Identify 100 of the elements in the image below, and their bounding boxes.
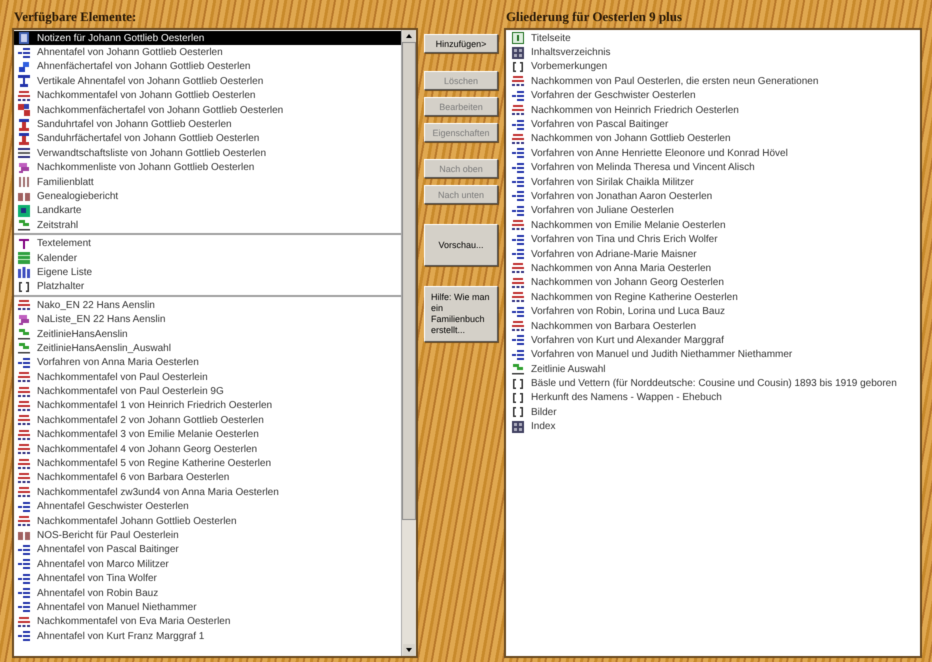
list-item[interactable]: Nachkommen von Johann Georg Oesterlen bbox=[506, 276, 920, 290]
list-item[interactable]: Vorfahren von Manuel und Judith Niethammer Niethammer bbox=[506, 348, 920, 362]
list-item[interactable]: Kalender bbox=[14, 250, 401, 266]
list-item[interactable]: ZeitlinieHansAenslin_Auswahl bbox=[14, 341, 401, 356]
scroll-thumb[interactable] bbox=[402, 42, 416, 520]
list-item[interactable]: Nachkommentafel 6 von Barbara Oesterlen bbox=[14, 470, 401, 486]
tree-chart-icon bbox=[512, 75, 524, 88]
list-item[interactable]: Nachkommentafel 2 von Johann Gottlieb Oesterlen bbox=[14, 413, 401, 428]
list-item[interactable]: Textelement bbox=[14, 236, 401, 251]
list-item[interactable]: Vorfahren von Anne Henriette Eleonore und Konrad Hövel bbox=[506, 146, 920, 161]
list-item[interactable]: Nachkommen von Barbara Oesterlen bbox=[506, 318, 920, 334]
branch-icon bbox=[18, 601, 30, 614]
list-item[interactable]: Bilder bbox=[506, 405, 920, 420]
bracket-icon bbox=[512, 392, 524, 404]
list-item[interactable]: Zeitlinie Auswahl bbox=[506, 362, 920, 376]
action-button[interactable]: Vorschau... bbox=[424, 224, 498, 266]
branch-icon bbox=[512, 162, 524, 174]
list-item[interactable]: Index bbox=[506, 420, 920, 434]
list-item[interactable]: Familienblatt bbox=[14, 174, 401, 190]
tree-chart-icon bbox=[18, 371, 30, 384]
tree-chart-icon bbox=[18, 299, 30, 312]
list-item[interactable]: Ahnentafel von Johann Gottlieb Oesterlen bbox=[14, 45, 401, 60]
text-icon bbox=[18, 238, 30, 250]
list-item[interactable]: Nachkommen von Heinrich Friedrich Oesterlen bbox=[506, 102, 920, 118]
list-item[interactable]: Genealogiebericht bbox=[14, 189, 401, 204]
branch-icon bbox=[18, 587, 30, 600]
list-item[interactable]: Ahnentafel von Marco Militzer bbox=[14, 557, 401, 572]
list-item[interactable]: NaListe_EN 22 Hans Aenslin bbox=[14, 312, 401, 327]
grid-icon bbox=[512, 46, 524, 59]
list-item[interactable]: Verwandtschaftsliste von Johann Gottlieb Oesterlen bbox=[14, 146, 401, 161]
list-item[interactable]: Vertikale Ahnentafel von Johann Gottlieb Oesterlen bbox=[14, 74, 401, 89]
list-item[interactable]: Nachkommentafel von Paul Oesterlein bbox=[14, 370, 401, 384]
scroll-down-icon[interactable] bbox=[402, 644, 416, 656]
list-item[interactable]: Sanduhrfächertafel von Johann Gottlieb Oesterlen bbox=[14, 132, 401, 146]
list-item[interactable]: Nachkommentafel von Johann Gottlieb Oesterlen bbox=[14, 88, 401, 103]
list-item[interactable]: Ahnenfächertafel von Johann Gottlieb Oesterlen bbox=[14, 60, 401, 74]
list-item[interactable]: Vorfahren von Jonathan Aaron Oesterlen bbox=[506, 189, 920, 204]
list-item[interactable]: Ahnentafel von Manuel Niethammer bbox=[14, 600, 401, 615]
list-item[interactable]: NOS-Bericht für Paul Oesterlein bbox=[14, 528, 401, 543]
list-item[interactable]: Ahnentafel von Tina Wolfer bbox=[14, 571, 401, 586]
tree-chart-icon bbox=[18, 616, 30, 628]
title-page-icon bbox=[512, 32, 524, 44]
branch-icon bbox=[512, 176, 524, 188]
branch-icon bbox=[512, 190, 524, 202]
list-item[interactable]: Herkunft des Namens - Wappen - Ehebuch bbox=[506, 390, 920, 406]
list-item[interactable]: Nachkommenliste von Johann Gottlieb Oesterlen bbox=[14, 160, 401, 175]
list-item[interactable]: Ahnentafel von Robin Bauz bbox=[14, 586, 401, 600]
list-item[interactable]: Notizen für Johann Gottlieb Oesterlen bbox=[14, 31, 401, 46]
list-item[interactable]: Titelseite bbox=[506, 31, 920, 46]
list-item[interactable]: Vorfahren von Anna Maria Oesterlen bbox=[14, 356, 401, 370]
list-item[interactable]: Vorfahren von Robin, Lorina und Luca Bauz bbox=[506, 304, 920, 319]
list-item[interactable]: Vorfahren von Adriane-Marie Maisner bbox=[506, 246, 920, 262]
branch-icon bbox=[512, 204, 524, 217]
scroll-up-icon[interactable] bbox=[402, 30, 416, 42]
branch-icon bbox=[18, 544, 30, 556]
list-item[interactable]: Nachkommen von Anna Maria Oesterlen bbox=[506, 261, 920, 276]
list-item[interactable]: Nachkommentafel 1 von Heinrich Friedrich Oesterlen bbox=[14, 398, 401, 414]
list-item[interactable]: Ahnentafel von Pascal Baitinger bbox=[14, 542, 401, 558]
tree-chart-icon bbox=[512, 219, 524, 232]
list-item[interactable]: Nachkommen von Johann Gottlieb Oesterlen bbox=[506, 132, 920, 146]
list-item[interactable]: Eigene Liste bbox=[14, 265, 401, 280]
list-item[interactable]: Vorfahren von Tina und Chris Erich Wolfer bbox=[506, 232, 920, 247]
list-item[interactable]: Nachkommentafel 4 von Johann Georg Oesterlen bbox=[14, 442, 401, 456]
vertical-tree-icon bbox=[18, 75, 30, 88]
branch-icon bbox=[512, 248, 524, 260]
list-item[interactable]: Vorfahren von Melinda Theresa und Vincent Alisch bbox=[506, 160, 920, 175]
list-item[interactable]: ZeitlinieHansAenslin bbox=[14, 326, 401, 342]
list-item[interactable]: Landkarte bbox=[14, 204, 401, 218]
list-item[interactable]: Vorfahren der Geschwister Oesterlen bbox=[506, 88, 920, 103]
list-item[interactable]: Vorbemerkungen bbox=[506, 60, 920, 74]
action-button[interactable]: Hilfe: Wie man ein Familienbuch erstellt... bbox=[424, 286, 498, 342]
list-item[interactable]: Nachkommen von Paul Oesterlen, die ersten neun Generationen bbox=[506, 74, 920, 89]
tree-chart-icon bbox=[512, 104, 524, 116]
tree-chart-icon bbox=[512, 276, 524, 289]
action-button[interactable]: Hinzufügen> bbox=[424, 34, 498, 53]
list-item[interactable]: Nachkommentafel 5 von Regine Katherine Oesterlen bbox=[14, 456, 401, 471]
panel-heading: Gliederung für Oesterlen 9 plus bbox=[505, 8, 683, 26]
tree-chart-icon bbox=[18, 486, 30, 498]
list-item[interactable]: Nachkommentafel von Paul Oesterlein 9G bbox=[14, 384, 401, 399]
tree-chart-icon bbox=[18, 386, 30, 398]
list-item[interactable]: Nachkommenfächertafel von Johann Gottlieb Oesterlen bbox=[14, 102, 401, 118]
list-item[interactable]: Bäsle und Vettern (für Norddeutsche: Cousine und Cousin) 1893 bis 1919 geboren bbox=[506, 376, 920, 391]
scrollbar[interactable] bbox=[401, 30, 416, 656]
list-item[interactable]: Nachkommentafel 3 von Emilie Melanie Oesterlen bbox=[14, 428, 401, 442]
list-item[interactable]: Nachkommentafel zw3und4 von Anna Maria Oesterlen bbox=[14, 485, 401, 500]
list-item[interactable]: Platzhalter bbox=[14, 280, 401, 294]
list-item[interactable]: Nako_EN 22 Hans Aenslin bbox=[14, 298, 401, 312]
list-item[interactable]: Vorfahren von Pascal Baitinger bbox=[506, 117, 920, 132]
list-item[interactable]: Ahnentafel von Kurt Franz Marggraf 1 bbox=[14, 629, 401, 644]
list-item[interactable]: Zeitstrahl bbox=[14, 218, 401, 232]
list-item[interactable]: Sanduhrtafel von Johann Gottlieb Oesterlen bbox=[14, 117, 401, 132]
list-item[interactable]: Nachkommen von Regine Katherine Oesterlen bbox=[506, 290, 920, 304]
list-item[interactable]: Vorfahren von Kurt und Alexander Marggraf bbox=[506, 333, 920, 348]
list-item[interactable]: Inhaltsverzeichnis bbox=[506, 45, 920, 60]
list-item[interactable]: Nachkommentafel von Eva Maria Oesterlen bbox=[14, 614, 401, 630]
list-item[interactable]: Ahnentafel Geschwister Oesterlen bbox=[14, 500, 401, 514]
list-item[interactable]: Vorfahren von Sirilak Chaikla Militzer bbox=[506, 174, 920, 190]
list-item[interactable]: Vorfahren von Juliane Oesterlen bbox=[506, 204, 920, 218]
list-item[interactable]: Nachkommentafel Johann Gottlieb Oesterlen bbox=[14, 514, 401, 528]
list-item[interactable]: Nachkommen von Emilie Melanie Oesterlen bbox=[506, 218, 920, 232]
